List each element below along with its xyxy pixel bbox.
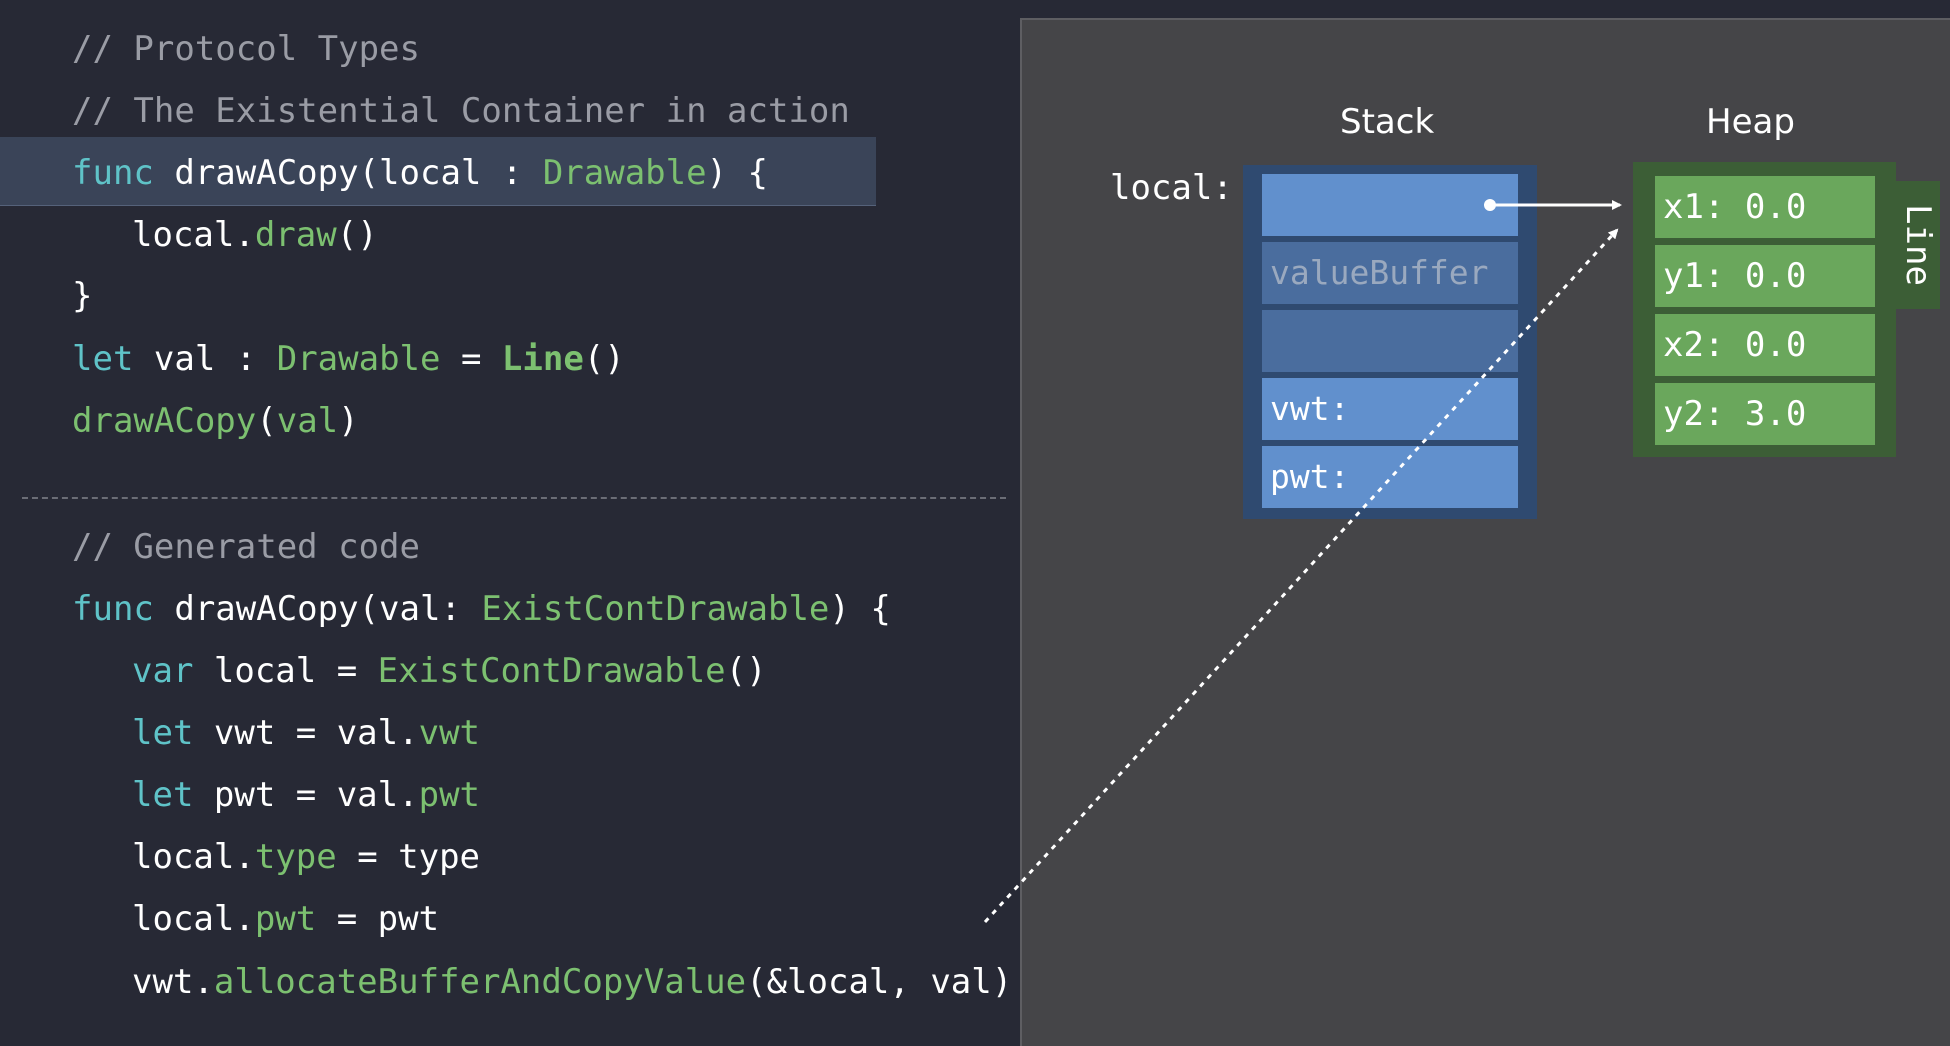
allocation-dotted-arrow	[983, 228, 1619, 924]
arrow-overlay	[983, 199, 1622, 924]
